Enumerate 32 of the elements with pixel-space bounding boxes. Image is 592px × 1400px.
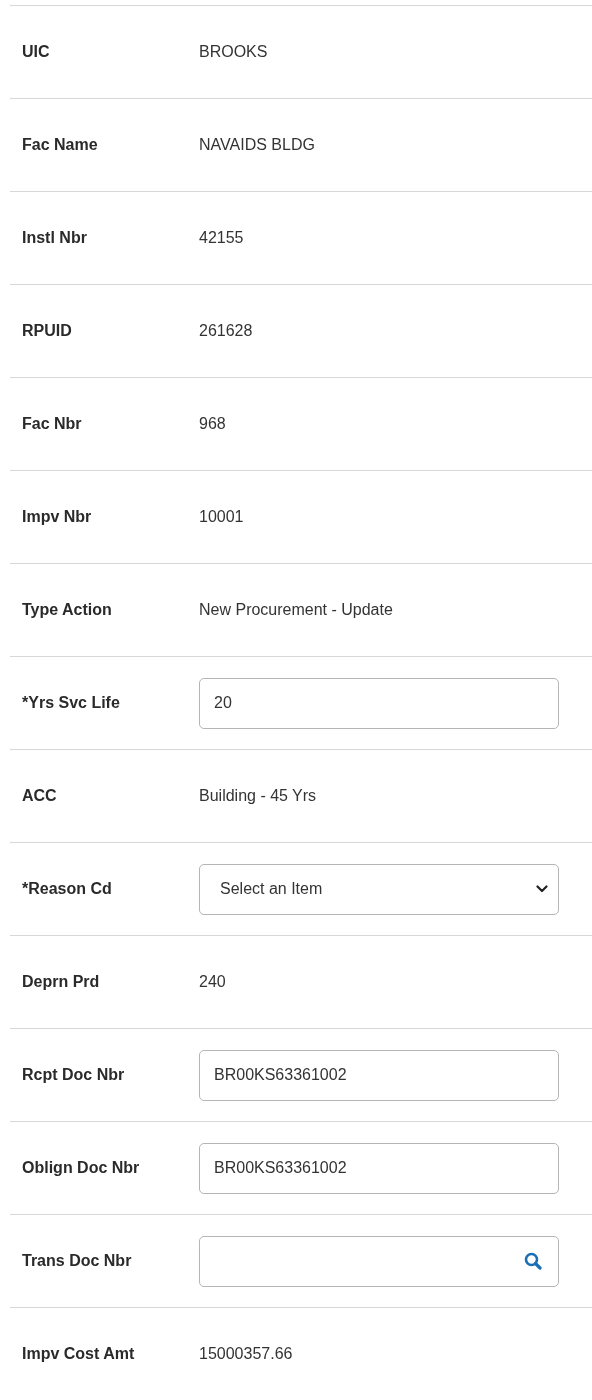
field-value: 42155 bbox=[199, 229, 244, 247]
field-label: Fac Name bbox=[21, 136, 99, 154]
search-field[interactable] bbox=[199, 1235, 559, 1287]
field-label: Trans Doc Nbr bbox=[21, 1252, 133, 1270]
field-label: Rcpt Doc Nbr bbox=[21, 1066, 126, 1084]
field-label: Type Action bbox=[21, 601, 113, 619]
field-label: RPUID bbox=[21, 322, 73, 340]
field-label: Deprn Prd bbox=[21, 973, 101, 991]
field-value: NAVAIDS BLDG bbox=[199, 136, 315, 154]
input-field[interactable]: BR00KS63361002 bbox=[199, 1049, 559, 1101]
search-icon[interactable] bbox=[524, 1252, 542, 1270]
field-label: Impv Cost Amt bbox=[21, 1345, 136, 1363]
field-value: 261628 bbox=[199, 322, 253, 340]
field-label: Instl Nbr bbox=[21, 229, 88, 247]
select-field[interactable]: Select an Item bbox=[199, 863, 559, 915]
field-label: *Yrs Svc Life bbox=[21, 694, 121, 712]
field-value: 968 bbox=[199, 415, 226, 433]
field-value: 240 bbox=[199, 973, 226, 991]
field-value: 15000357.66 bbox=[199, 1345, 293, 1363]
field-value: BROOKS bbox=[199, 43, 268, 61]
input-field[interactable]: BR00KS63361002 bbox=[199, 1142, 559, 1194]
field-value: Building - 45 Yrs bbox=[199, 787, 317, 805]
field-label: UIC bbox=[21, 43, 51, 61]
chevron-down-icon bbox=[536, 885, 548, 893]
field-label: Impv Nbr bbox=[21, 508, 93, 526]
field-label: ACC bbox=[21, 787, 58, 805]
field-label: Oblign Doc Nbr bbox=[21, 1159, 141, 1177]
field-value: 10001 bbox=[199, 508, 244, 526]
field-label: *Reason Cd bbox=[21, 880, 113, 898]
input-field[interactable]: 20 bbox=[199, 677, 559, 729]
field-label: Fac Nbr bbox=[21, 415, 83, 433]
field-value: New Procurement - Update bbox=[199, 601, 393, 619]
